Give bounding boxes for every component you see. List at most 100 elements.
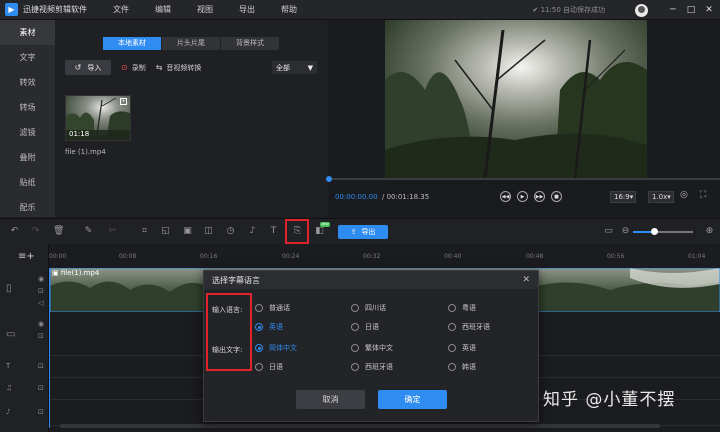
menu-help[interactable]: 帮助	[281, 4, 297, 15]
app-logo-icon: ▶	[5, 3, 18, 16]
microphone-icon[interactable]: ♪	[247, 226, 258, 237]
menu-view[interactable]: 视图	[197, 4, 213, 15]
mosaic-icon[interactable]: ▣	[182, 226, 193, 237]
radio-selected-icon	[255, 323, 263, 331]
ai-tool-icon[interactable]: ◧	[314, 226, 325, 237]
tab-background[interactable]: 背景样式	[221, 37, 279, 50]
visibility-icon[interactable]: ◉	[38, 320, 44, 328]
export-icon: ⇪	[350, 228, 357, 236]
visibility-icon[interactable]: ◉	[38, 275, 44, 283]
zoom-slider[interactable]	[633, 228, 693, 235]
media-duration: 01:18	[69, 130, 90, 138]
sidebar-item-music[interactable]: 配乐	[0, 195, 55, 220]
avatar[interactable]	[635, 3, 648, 17]
sidebar-item-transitions[interactable]: 转场	[0, 95, 55, 120]
confirm-button[interactable]: 确定	[378, 390, 447, 409]
record-button[interactable]: ⊙ 录制	[121, 63, 146, 73]
timeline-scrollbar[interactable]	[60, 424, 660, 428]
input-option-mandarin[interactable]: 普通话	[255, 303, 290, 313]
play-button[interactable]: ▶	[517, 191, 528, 202]
sidebar-item-stickers[interactable]: 贴纸	[0, 170, 55, 195]
output-option-english[interactable]: 英语	[448, 343, 476, 353]
cancel-button[interactable]: 取消	[296, 390, 365, 409]
tab-local-media[interactable]: 本地素材	[103, 37, 161, 50]
stop-button[interactable]: ■	[551, 191, 562, 202]
input-option-sichuanese[interactable]: 四川话	[351, 303, 386, 313]
sidebar-item-filters[interactable]: 滤镜	[0, 120, 55, 145]
minimize-button[interactable]: ─	[666, 5, 680, 15]
export-button[interactable]: ⇪ 导出	[338, 225, 388, 239]
import-button[interactable]: ↺ 导入	[65, 60, 111, 75]
output-option-spanish[interactable]: 西班牙语	[351, 362, 393, 372]
menu-export[interactable]: 导出	[239, 4, 255, 15]
chevron-down-icon: ▾	[629, 193, 634, 201]
edit-icon[interactable]: ✎	[83, 226, 94, 237]
dialog-close-icon[interactable]: ✕	[522, 275, 530, 285]
input-option-spanish[interactable]: 西班牙语	[448, 322, 490, 332]
media-thumbnail[interactable]: 01:18 +	[65, 95, 131, 141]
convert-button[interactable]: ⇆ 音视频转换	[156, 63, 202, 73]
clip-video-icon: ▣	[52, 269, 61, 277]
ruler-tick: 00:16	[200, 253, 218, 260]
split-icon[interactable]: ✂	[107, 226, 118, 237]
delete-icon[interactable]: 🗑	[53, 226, 64, 237]
snapshot-icon[interactable]: ◎	[680, 190, 688, 200]
filter-select[interactable]: 全部 ▼	[272, 61, 317, 74]
sidebar-item-effects[interactable]: 转效	[0, 70, 55, 95]
sidebar-item-overlay[interactable]: 叠附	[0, 145, 55, 170]
lock-icon[interactable]: ⊡	[38, 384, 44, 392]
radio-icon	[351, 323, 359, 331]
prev-frame-button[interactable]: ◀◀	[500, 191, 511, 202]
preview-video[interactable]	[385, 20, 647, 178]
undo-icon[interactable]: ↶	[9, 226, 20, 237]
add-track-icon[interactable]: ≡+	[18, 251, 35, 262]
output-option-traditional-chinese[interactable]: 繁体中文	[351, 343, 393, 353]
lock-icon[interactable]: ⊡	[38, 362, 44, 370]
option-label: 韩语	[462, 363, 476, 371]
output-option-simplified-chinese[interactable]: 简体中文	[255, 343, 297, 353]
mute-icon[interactable]: ◁	[38, 299, 43, 307]
freeze-icon[interactable]: ◫	[203, 226, 214, 237]
fullscreen-icon[interactable]: ⛶	[700, 190, 706, 200]
maximize-button[interactable]: □	[684, 5, 698, 15]
sidebar-item-media[interactable]: 素材	[0, 20, 55, 45]
speed-select[interactable]: 1.0x ▾	[648, 191, 674, 203]
next-frame-button[interactable]: ▶▶	[534, 191, 545, 202]
crop-icon[interactable]: ⌗	[139, 226, 150, 237]
aspect-value: 16:9	[614, 193, 630, 201]
zoom-out-icon[interactable]: ⊖	[620, 226, 631, 237]
sidebar-item-text[interactable]: 文字	[0, 45, 55, 70]
playhead[interactable]	[49, 268, 50, 428]
fit-timeline-icon[interactable]: ▭	[603, 226, 614, 237]
record-icon: ⊙	[121, 63, 128, 72]
lock-icon[interactable]: ⊡	[38, 287, 44, 295]
input-option-japanese[interactable]: 日语	[351, 322, 379, 332]
music-track-icon: ♫	[6, 384, 13, 392]
menu-file[interactable]: 文件	[113, 4, 129, 15]
ruler-tick: 00:00	[49, 253, 67, 260]
progress-handle[interactable]	[326, 176, 332, 182]
radio-icon	[351, 363, 359, 371]
text-to-speech-icon[interactable]: T	[268, 226, 279, 237]
input-option-english[interactable]: 英语	[255, 322, 283, 332]
tab-intro-outro[interactable]: 片头片尾	[162, 37, 220, 50]
microphone-icon: ♪	[6, 408, 11, 416]
aspect-select[interactable]: 16:9 ▾	[610, 191, 636, 203]
add-to-timeline-icon[interactable]: +	[120, 98, 127, 105]
output-option-korean[interactable]: 韩语	[448, 362, 476, 372]
radio-icon	[351, 304, 359, 312]
resize-icon[interactable]: ◱	[160, 226, 171, 237]
preview-progress-bar[interactable]	[326, 176, 720, 182]
lock-icon[interactable]: ⊡	[38, 408, 44, 416]
input-option-cantonese[interactable]: 粤语	[448, 303, 476, 313]
redo-icon[interactable]: ↷	[30, 226, 41, 237]
zoom-slider-handle[interactable]	[651, 228, 658, 235]
output-text-label: 输出文字:	[212, 346, 243, 354]
zoom-in-icon[interactable]: ⊕	[704, 226, 715, 237]
lock-icon[interactable]: ⊡	[38, 332, 44, 340]
close-button[interactable]: ✕	[702, 5, 716, 15]
play-icon: ▶	[520, 193, 525, 200]
menu-edit[interactable]: 编辑	[155, 4, 171, 15]
duration-icon[interactable]: ◷	[225, 226, 236, 237]
output-option-japanese[interactable]: 日语	[255, 362, 283, 372]
